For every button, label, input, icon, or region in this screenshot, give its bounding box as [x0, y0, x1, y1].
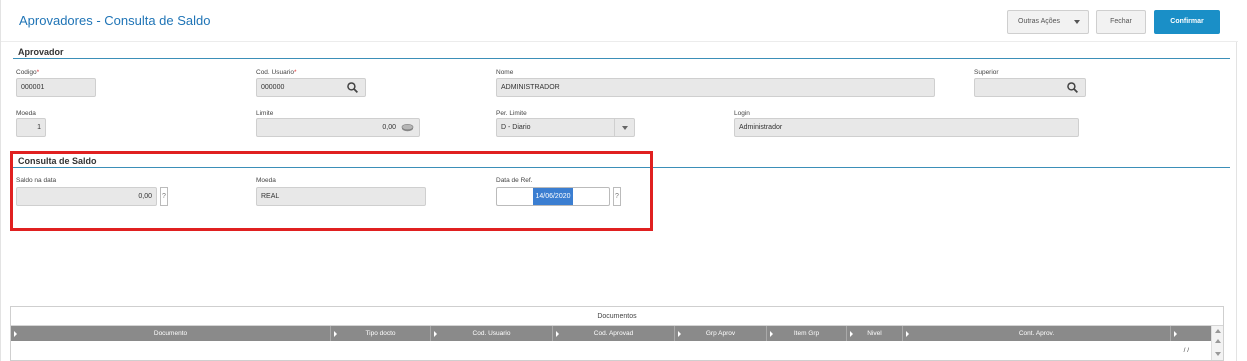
column-header-grp-aprov[interactable]: Grp Aprov — [675, 326, 767, 341]
scroll-up-icon[interactable] — [1215, 329, 1221, 333]
nome-label: Nome — [496, 69, 514, 76]
nome-field[interactable]: ADMINISTRADOR — [496, 78, 935, 97]
grid-header: Documento Tipo docto Cod. Usuario Cod. A… — [11, 326, 1211, 341]
row-date-cell: / / — [1183, 347, 1189, 354]
superior-label: Superior — [974, 69, 999, 76]
search-icon[interactable] — [346, 81, 359, 94]
window: Aprovadores - Consulta de Saldo Outras A… — [0, 0, 1238, 361]
cod-usuario-label: Cod. Usuario* — [256, 69, 297, 76]
grid-caption: Documentos — [11, 307, 1223, 326]
per-limite-value: D - Diario — [501, 124, 531, 131]
column-header-cod-aprovad[interactable]: Cod. Aprovad — [553, 326, 675, 341]
limite-field[interactable]: 0,00 — [256, 118, 420, 137]
page-title: Aprovadores - Consulta de Saldo — [19, 13, 211, 28]
money-icon[interactable] — [401, 121, 414, 134]
column-header-tipo-docto[interactable]: Tipo docto — [331, 326, 431, 341]
column-header-cont-aprov[interactable]: Cont. Aprov. — [903, 326, 1171, 341]
login-label: Login — [734, 110, 750, 117]
column-header-nivel[interactable]: Nivel — [847, 326, 903, 341]
superior-field[interactable] — [974, 78, 1086, 97]
moeda-field[interactable]: 1 — [16, 118, 46, 137]
outras-acoes-label: Outras Ações — [1018, 18, 1061, 25]
scroll-up-icon[interactable] — [1215, 339, 1221, 343]
scroll-down-icon[interactable] — [1215, 352, 1221, 356]
limite-label: Limite — [256, 110, 274, 117]
table-row[interactable]: / / — [11, 341, 1211, 360]
column-header-item-grp[interactable]: Item Grp — [767, 326, 847, 341]
cod-usuario-field[interactable]: 000000 — [256, 78, 366, 97]
vertical-scrollbar[interactable] — [1211, 326, 1223, 360]
moeda-label: Moeda — [16, 110, 36, 117]
section-title-aprovador: Aprovador — [18, 47, 64, 57]
cod-usuario-value: 000000 — [261, 84, 285, 91]
limite-value: 0,00 — [382, 124, 396, 131]
confirmar-button[interactable]: Confirmar — [1154, 10, 1220, 34]
codigo-field[interactable]: 000001 — [16, 78, 96, 97]
section-divider — [13, 58, 1230, 59]
codigo-label: Codigo* — [16, 69, 40, 76]
column-header-documento[interactable]: Documento — [11, 326, 331, 341]
per-limite-select[interactable]: D - Diario — [496, 118, 635, 137]
chevron-down-icon — [622, 126, 628, 130]
dropdown-button[interactable] — [614, 119, 634, 136]
column-header-extra[interactable] — [1171, 326, 1211, 341]
outras-acoes-button[interactable]: Outras Ações — [1007, 10, 1089, 34]
search-icon[interactable] — [1066, 81, 1079, 94]
fechar-button[interactable]: Fechar — [1096, 10, 1146, 34]
per-limite-label: Per. Limite — [496, 110, 527, 117]
triangle-right-icon — [1174, 331, 1177, 337]
column-header-cod-usuario[interactable]: Cod. Usuario — [431, 326, 553, 341]
chevron-down-icon — [1074, 20, 1080, 24]
login-field[interactable]: Administrador — [734, 118, 1079, 137]
highlight-box — [10, 151, 653, 231]
documentos-grid: Documentos Documento Tipo docto Cod. Usu… — [10, 306, 1224, 361]
top-bar: Aprovadores - Consulta de Saldo Outras A… — [1, 0, 1238, 42]
